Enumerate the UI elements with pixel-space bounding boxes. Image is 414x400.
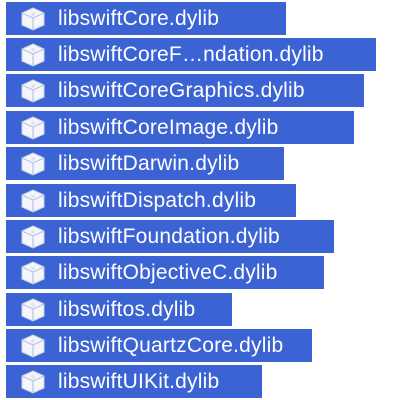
file-name: libswiftCoreGraphics.dylib	[58, 78, 305, 102]
file-name: libswiftCoreImage.dylib	[58, 115, 279, 139]
list-item[interactable]: libswiftCoreImage.dylib	[6, 111, 354, 144]
list-item[interactable]: libswiftCore.dylib	[6, 2, 286, 35]
file-name: libswiftDispatch.dylib	[58, 188, 257, 212]
list-item[interactable]: libswiftFoundation.dylib	[6, 220, 334, 253]
library-file-icon	[16, 259, 50, 287]
library-file-icon	[16, 187, 50, 215]
library-file-icon	[16, 5, 50, 33]
file-name: libswiftDarwin.dylib	[58, 151, 240, 175]
file-name: libswiftCore.dylib	[58, 6, 220, 30]
file-name: libswiftCoreF…ndation.dylib	[58, 42, 324, 66]
file-name: libswiftos.dylib	[58, 297, 196, 321]
list-item[interactable]: libswiftQuartzCore.dylib	[6, 329, 312, 362]
library-file-icon	[16, 114, 50, 142]
library-file-icon	[16, 77, 50, 105]
list-item[interactable]: libswiftDispatch.dylib	[6, 184, 296, 217]
library-file-icon	[16, 150, 50, 178]
list-item[interactable]: libswiftObjectiveC.dylib	[6, 256, 324, 289]
list-item[interactable]: libswiftDarwin.dylib	[6, 147, 284, 180]
file-name: libswiftQuartzCore.dylib	[58, 333, 284, 357]
list-item[interactable]: libswiftos.dylib	[6, 293, 232, 326]
file-name: libswiftFoundation.dylib	[58, 224, 280, 248]
file-list: libswiftCore.dylib libswiftCoreF…ndation…	[0, 0, 414, 400]
list-item[interactable]: libswiftUIKit.dylib	[6, 365, 262, 398]
library-file-icon	[16, 368, 50, 396]
library-file-icon	[16, 223, 50, 251]
file-name: libswiftUIKit.dylib	[58, 369, 220, 393]
library-file-icon	[16, 296, 50, 324]
file-name: libswiftObjectiveC.dylib	[58, 260, 278, 284]
list-item[interactable]: libswiftCoreF…ndation.dylib	[6, 38, 376, 71]
list-item[interactable]: libswiftCoreGraphics.dylib	[6, 74, 364, 107]
library-file-icon	[16, 332, 50, 360]
library-file-icon	[16, 41, 50, 69]
